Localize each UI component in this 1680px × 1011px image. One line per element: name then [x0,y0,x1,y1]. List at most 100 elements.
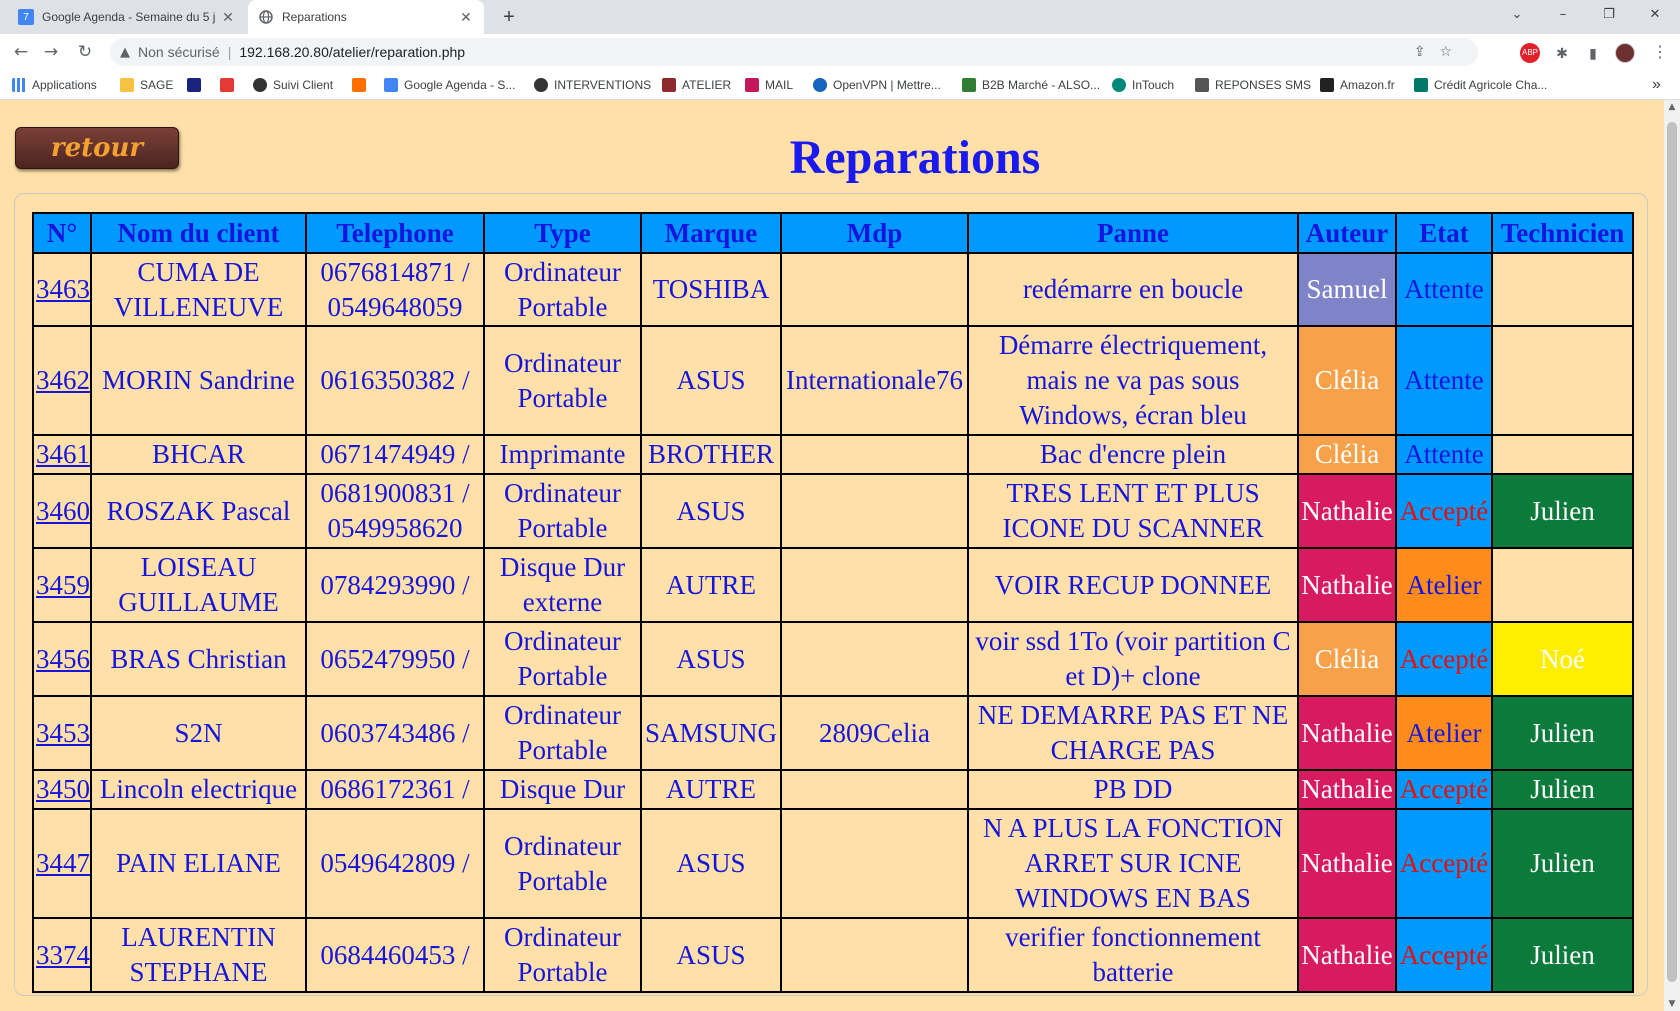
etat-cell: Atelier [1395,695,1493,771]
tab-search-icon[interactable]: ⌄ [1494,0,1540,32]
bookmark-orange[interactable] [352,76,372,94]
mdp-cell [780,917,969,993]
restore-button[interactable]: ❐ [1586,0,1632,32]
header-etat: Etat [1395,212,1493,254]
adblock-extension-icon[interactable]: ABP [1520,43,1540,63]
etat-cell: Attente [1395,252,1493,327]
bookmarks-overflow-icon[interactable]: » [1652,76,1661,94]
client-cell: Lincoln electrique [90,769,307,810]
telephone-cell: 0686172361 / [305,769,485,810]
marque-cell: ASUS [640,917,782,993]
bookmark-sage[interactable]: SAGE [120,76,173,94]
table-row: 3456 BRAS Christian 0652479950 / Ordinat… [32,621,1634,697]
side-panel-icon[interactable]: ▮ [1583,43,1603,63]
repair-link[interactable]: 3461 [36,439,90,469]
minimize-button[interactable]: – [1540,0,1586,32]
address-bar[interactable]: ▲ Non sécurisé | 192.168.20.80/atelier/r… [110,38,1478,66]
bookmark-openvpn[interactable]: OpenVPN | Mettre... [813,76,941,94]
repair-link[interactable]: 3456 [36,644,90,674]
page-title: Reparations [789,131,1041,184]
panne-cell: PB DD [967,769,1299,810]
bookmark-n[interactable] [187,76,207,94]
page-scrollbar[interactable]: ▲ ▼ [1664,100,1680,1011]
tab-google-agenda[interactable]: 7 Google Agenda - Semaine du 5 j ✕ [8,0,246,34]
repair-number-cell: 3460 [32,473,92,549]
technicien-cell [1491,434,1634,475]
folder-icon [120,78,134,92]
repair-link[interactable]: 3459 [36,570,90,600]
bookmark-reponses-sms[interactable]: REPONSES SMS [1195,76,1311,94]
client-cell: S2N [90,695,307,771]
bookmark-atelier[interactable]: ATELIER [662,76,731,94]
forward-arrow-icon[interactable]: → [38,39,64,65]
bookmark-amazon[interactable]: Amazon.fr [1320,76,1395,94]
close-window-button[interactable]: ✕ [1632,0,1678,32]
repair-link[interactable]: 3462 [36,365,90,395]
bookmark-applications[interactable]: Applications [12,76,97,94]
bookmark-credit-agricole[interactable]: Crédit Agricole Cha... [1414,76,1547,94]
auteur-cell: Samuel [1297,252,1397,327]
bookmark-b2b-marche[interactable]: B2B Marché - ALSO... [962,76,1100,94]
marque-cell: ASUS [640,621,782,697]
technicien-cell: Julien [1491,808,1634,919]
mdp-cell: Internationale76 [780,325,969,436]
bookmark-google-agenda[interactable]: Google Agenda - S... [384,76,515,94]
mdp-cell [780,252,969,327]
type-cell: Ordinateur Portable [483,917,642,993]
etat-cell: Accepté [1395,917,1493,993]
intouch-icon [1112,78,1126,92]
marque-cell: ASUS [640,325,782,436]
bookmark-intouch[interactable]: InTouch [1112,76,1174,94]
mdp-cell [780,547,969,623]
type-cell: Ordinateur Portable [483,695,642,771]
repair-link[interactable]: 3447 [36,848,90,878]
profile-avatar[interactable] [1615,43,1635,63]
security-label[interactable]: Non sécurisé [138,44,220,60]
repair-link[interactable]: 3374 [36,940,90,970]
marque-cell: BROTHER [640,434,782,475]
auteur-cell: Clélia [1297,621,1397,697]
share-bookmark-star-icons[interactable]: ⇪☆ [1414,44,1466,60]
panne-cell: VOIR RECUP DONNEE [967,547,1299,623]
mdp-cell [780,769,969,810]
scroll-up-arrow-icon[interactable]: ▲ [1664,102,1680,112]
telephone-cell: 0603743486 / [305,695,485,771]
reload-icon[interactable]: ↻ [72,39,98,65]
globe-icon [253,78,267,92]
repair-number-cell: 3463 [32,252,92,327]
close-tab-icon[interactable]: ✕ [458,9,474,26]
repair-link[interactable]: 3460 [36,496,90,526]
tab-title: Reparations [282,10,347,24]
table-row: 3461 BHCAR 0671474949 / Imprimante BROTH… [32,434,1634,475]
url-text[interactable]: 192.168.20.80/atelier/reparation.php [239,44,465,60]
etat-cell: Attente [1395,434,1493,475]
scrollbar-thumb[interactable] [1667,122,1677,982]
marque-cell: AUTRE [640,769,782,810]
bookmarks-bar: Applications SAGE Suivi Client Google Ag… [0,70,1680,100]
repair-link[interactable]: 3453 [36,718,90,748]
repair-number-cell: 3453 [32,695,92,771]
repair-link[interactable]: 3463 [36,274,90,304]
header-technicien: Technicien [1491,212,1634,254]
browser-menu-icon[interactable]: ⋮ [1650,43,1670,63]
bookmark-mail[interactable]: MAIL [745,76,793,94]
repair-link[interactable]: 3450 [36,774,90,804]
telephone-cell: 0784293990 / [305,547,485,623]
auteur-cell: Nathalie [1297,808,1397,919]
marque-cell: AUTRE [640,547,782,623]
tab-reparations[interactable]: Reparations ✕ [248,0,484,34]
mdp-cell [780,434,969,475]
new-tab-button[interactable]: + [496,4,522,30]
panne-cell: NE DEMARRE PAS ET NE CHARGE PAS [967,695,1299,771]
bookmark-red[interactable] [220,76,240,94]
bookmark-interventions[interactable]: INTERVENTIONS [534,76,651,94]
warning-icon[interactable]: ▲ [120,45,130,60]
technicien-cell: Julien [1491,473,1634,549]
scroll-down-arrow-icon[interactable]: ▼ [1664,999,1680,1009]
repair-number-cell: 3447 [32,808,92,919]
back-arrow-icon[interactable]: ← [8,39,34,65]
extensions-puzzle-icon[interactable]: ✱ [1552,43,1572,63]
close-tab-icon[interactable]: ✕ [220,9,236,26]
bookmark-suivi-client[interactable]: Suivi Client [253,76,333,94]
mdp-cell [780,621,969,697]
